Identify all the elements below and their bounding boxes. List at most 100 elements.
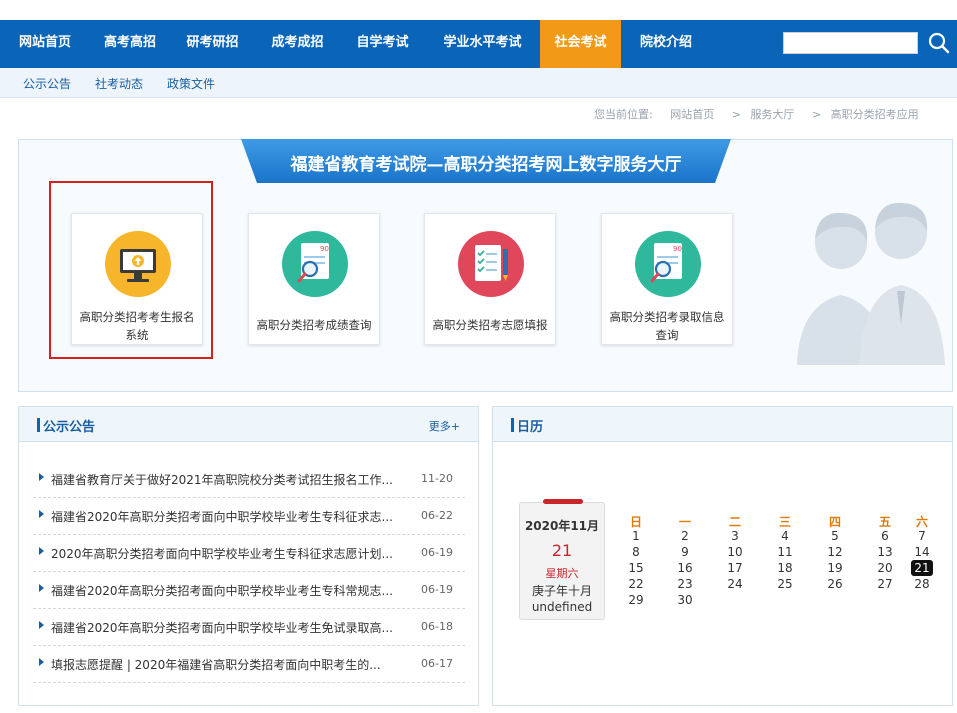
more-link[interactable]: 更多+ [429,418,460,434]
calendar-day[interactable]: 25 [774,576,796,592]
top-navigation: 网站首页 高考高招 研考研招 成考成招 自学考试 学业水平考试 社会考试 院校介… [0,20,957,68]
nav-item-yuanxiao[interactable]: 院校介绍 [621,20,711,68]
calendar-day[interactable]: 17 [724,560,746,576]
breadcrumb-prefix: 您当前位置: [594,108,653,121]
calendar-day[interactable]: 24 [724,576,746,592]
breadcrumb-item-service-hall[interactable]: 服务大厅 [750,108,794,121]
news-title[interactable]: 2020年高职分类招考面向中职学校毕业考生专科征求志愿计划... [51,545,409,562]
calendar-day[interactable]: 12 [824,544,846,560]
header-accent-bar [511,418,514,432]
calendar-day[interactable]: 30 [674,592,696,608]
calendar-day[interactable]: 13 [874,544,896,560]
service-label: 高职分类招考成绩查询 [256,318,372,332]
card-day: 21 [551,541,573,560]
calendar-day[interactable]: 20 [874,560,896,576]
header-accent-bar [37,418,40,432]
nav-item-zikao[interactable]: 自学考试 [340,20,425,68]
calendar-day[interactable]: 8 [625,544,647,560]
calendar-title: 日历 [517,420,544,435]
news-date: 06-19 [421,546,453,559]
announcements-header: 公示公告 更多+ [19,407,478,442]
svg-text:90: 90 [320,245,329,253]
calendar-day[interactable]: 4 [774,528,796,544]
list-item[interactable]: 福建省2020年高职分类招考面向中职学校毕业考生专科征求志... 06-22 [33,498,465,535]
calendar-day[interactable]: 28 [911,576,933,592]
card-lunar-date: 庚子年十月 [531,584,592,598]
breadcrumb-item-current[interactable]: 高职分类招考应用 [831,108,919,121]
nav-item-xueye[interactable]: 学业水平考试 [425,20,540,68]
breadcrumb-separator: > [731,108,741,121]
list-item[interactable]: 福建省2020年高职分类招考面向中职学校毕业考生免试录取高... 06-18 [33,609,465,646]
service-card-score-query[interactable]: 90 高职分类招考成绩查询 [248,213,380,345]
breadcrumb-separator: > [811,108,822,121]
nav-item-yankao[interactable]: 研考研招 [170,20,255,68]
list-item[interactable]: 2020年高职分类招考面向中职学校毕业考生专科征求志愿计划... 06-19 [33,535,465,572]
calendar-day[interactable]: 16 [674,560,696,576]
card-ring [543,499,583,504]
calendar-day[interactable]: 11 [774,544,796,560]
search-icon[interactable] [927,31,951,55]
svg-text:90: 90 [673,245,682,253]
calendar-day[interactable]: 23 [674,576,696,592]
news-date: 06-18 [421,620,453,633]
arrow-right-icon [39,621,44,629]
calendar-day[interactable]: 29 [625,592,647,608]
calendar-day[interactable]: 15 [625,560,647,576]
news-title[interactable]: 福建省2020年高职分类招考面向中职学校毕业考生免试录取高... [51,619,409,636]
admission-search-icon: 90 [635,231,701,297]
calendar-day[interactable]: 27 [874,576,896,592]
service-label: 高职分类招考志愿填报 [432,318,548,332]
news-title[interactable]: 福建省2020年高职分类招考面向中职学校毕业考生专科常规志... [51,582,409,599]
customer-service-illustration [797,202,945,365]
list-item[interactable]: 福建省2020年高职分类招考面向中职学校毕业考生专科常规志... 06-19 [33,572,465,609]
arrow-right-icon [39,547,44,555]
list-item[interactable]: 填报志愿提醒 | 2020年福建省高职分类招考面向中职考生的... 06-17 [33,646,465,683]
arrow-right-icon [39,473,44,481]
calendar-day[interactable]: 2 [674,528,696,544]
news-date: 11-20 [421,472,453,485]
calendar-day[interactable]: 1 [625,528,647,544]
announcements-panel: 公示公告 更多+ 福建省教育厅关于做好2021年高职院校分类考试招生报名工作..… [18,406,479,706]
news-title[interactable]: 福建省2020年高职分类招考面向中职学校毕业考生专科征求志... [51,508,409,525]
calendar-day[interactable]: 3 [724,528,746,544]
nav-item-shehui[interactable]: 社会考试 [540,20,621,68]
news-title[interactable]: 填报志愿提醒 | 2020年福建省高职分类招考面向中职考生的... [51,656,409,673]
announcements-title: 公示公告 [43,420,96,435]
calendar-panel: 日历 2020年11月 21 星期六 庚子年十月 undefined 日一二三四… [492,406,953,706]
service-card-admission-query[interactable]: 90 高职分类招考录取信息查询 [601,213,733,345]
nav-item-chengkao[interactable]: 成考成招 [255,20,340,68]
calendar-day[interactable]: 7 [911,528,933,544]
calendar-day[interactable]: 5 [824,528,846,544]
score-search-icon: 90 [282,231,348,297]
calendar-day[interactable]: 19 [824,560,846,576]
breadcrumb: 您当前位置: 网站首页 > 服务大厅 > 高职分类招考应用 [594,106,919,122]
calendar-day[interactable]: 10 [724,544,746,560]
service-card-application[interactable]: 高职分类招考志愿填报 [424,213,556,345]
subnav-item-news[interactable]: 社考动态 [95,75,143,92]
calendar-day[interactable]: 26 [824,576,846,592]
checklist-pencil-icon [458,231,524,297]
subnav-item-announcements[interactable]: 公示公告 [23,75,71,92]
date-card: 2020年11月 21 星期六 庚子年十月 undefined [519,499,605,620]
list-item[interactable]: 福建省教育厅关于做好2021年高职院校分类考试招生报名工作... 11-20 [33,461,465,498]
calendar-day[interactable]: 22 [625,576,647,592]
service-label: 高职分类招考录取信息查询 [609,310,725,342]
calendar-day[interactable]: 6 [874,528,896,544]
breadcrumb-item-home[interactable]: 网站首页 [670,108,714,121]
arrow-right-icon [39,658,44,666]
news-date: 06-22 [421,509,453,522]
calendar-day[interactable]: 14 [911,544,933,560]
calendar-day[interactable]: 18 [774,560,796,576]
calendar-header: 日历 [493,407,952,442]
nav-item-home[interactable]: 网站首页 [0,20,90,68]
sub-navigation: 公示公告 社考动态 政策文件 [0,68,957,98]
hall-title: 福建省教育考试院—高职分类招考网上数字服务大厅 [290,155,682,175]
arrow-right-icon [39,510,44,518]
arrow-right-icon [39,584,44,592]
calendar-day[interactable]: 9 [674,544,696,560]
nav-item-gaokao[interactable]: 高考高招 [90,20,170,68]
search-input[interactable] [783,32,918,54]
subnav-item-policy[interactable]: 政策文件 [167,75,215,92]
news-title[interactable]: 福建省教育厅关于做好2021年高职院校分类考试招生报名工作... [51,471,409,488]
calendar-day-today[interactable]: 21 [911,560,933,576]
